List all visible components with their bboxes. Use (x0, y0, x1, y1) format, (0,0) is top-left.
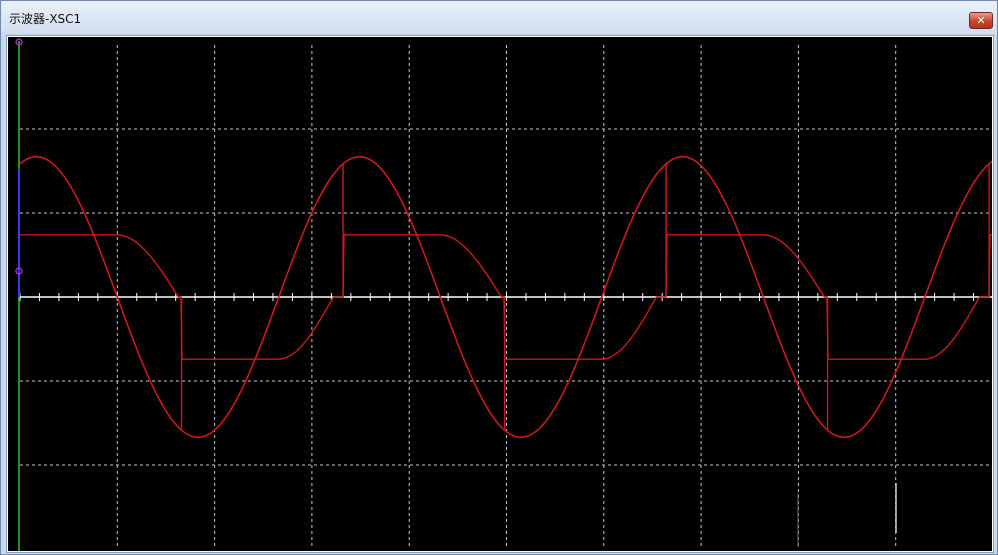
close-button[interactable]: ✕ (969, 12, 993, 29)
window-title: 示波器-XSC1 (9, 12, 82, 26)
close-icon: ✕ (976, 14, 986, 27)
oscilloscope-screen (8, 37, 992, 551)
oscilloscope-window: 示波器-XSC1 ✕ (0, 0, 998, 555)
waveform-plot (15, 38, 992, 551)
title-bar[interactable]: 示波器-XSC1 ✕ (1, 1, 997, 33)
